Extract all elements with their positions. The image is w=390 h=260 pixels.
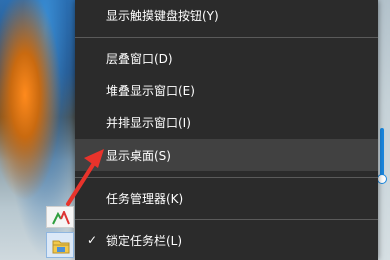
menu-item-label: 任务管理器(K) [106,191,184,206]
checkmark-icon: ✓ [86,233,98,247]
taskbar-strip [46,206,76,260]
menu-item-cascade-windows[interactable]: 层叠窗口(D) [75,42,378,74]
taskbar-context-menu: 显示触摸键盘按钮(Y) 层叠窗口(D) 堆叠显示窗口(E) 并排显示窗口(I) … [75,0,378,260]
menu-item-stack-windows[interactable]: 堆叠显示窗口(E) [75,74,378,106]
menu-item-label: 显示触摸键盘按钮(Y) [106,8,219,23]
menu-separator [75,37,378,38]
menu-item-show-desktop[interactable]: 显示桌面(S) [75,139,378,171]
file-explorer-icon[interactable] [46,232,74,258]
volume-slider-thumb[interactable] [377,174,387,184]
menu-item-label: 并排显示窗口(I) [106,115,191,130]
menu-item-label: 锁定任务栏(L) [106,233,183,248]
menu-item-task-manager[interactable]: 任务管理器(K) [75,182,378,214]
taskbar-app-icon[interactable] [46,206,74,228]
menu-separator [75,177,378,178]
menu-item-label: 层叠窗口(D) [106,51,173,66]
menu-item-label: 显示桌面(S) [106,148,171,163]
menu-item-show-touch-keyboard[interactable]: 显示触摸键盘按钮(Y) [75,0,378,31]
menu-separator [75,219,378,220]
menu-item-lock-taskbar[interactable]: ✓ 锁定任务栏(L) [75,224,378,256]
menu-item-side-by-side-windows[interactable]: 并排显示窗口(I) [75,106,378,138]
menu-item-label: 堆叠显示窗口(E) [106,83,195,98]
